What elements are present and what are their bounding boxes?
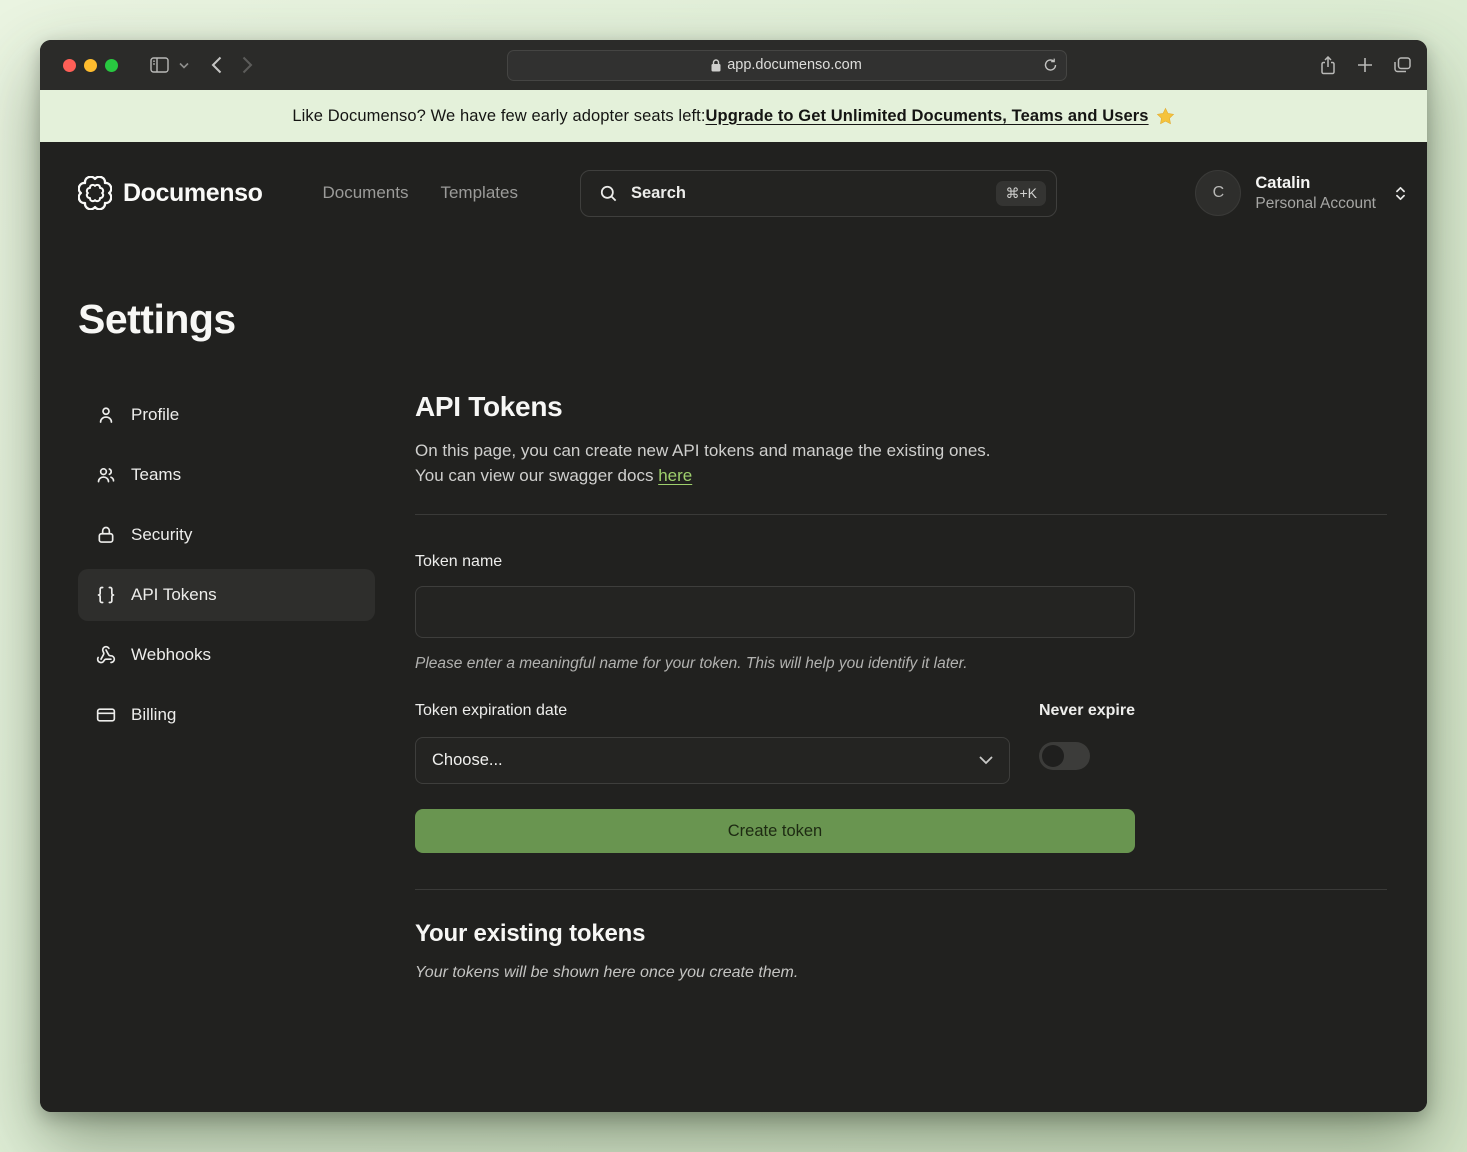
sidebar-item-webhooks[interactable]: Webhooks xyxy=(78,629,375,681)
browser-titlebar: app.documenso.com xyxy=(40,40,1427,90)
description-line2: You can view our swagger docs xyxy=(415,466,658,485)
back-button-icon[interactable] xyxy=(211,56,222,74)
expiration-select[interactable]: Choose... xyxy=(415,737,1010,784)
nav-templates[interactable]: Templates xyxy=(440,183,517,203)
token-name-label: Token name xyxy=(415,553,1135,571)
never-expire-toggle[interactable] xyxy=(1039,742,1090,770)
main-nav: Documents Templates xyxy=(322,183,517,203)
upgrade-banner: Like Documenso? We have few early adopte… xyxy=(40,90,1427,142)
sidebar-item-label: Security xyxy=(131,525,192,545)
section-title: API Tokens xyxy=(415,391,1387,423)
sidebar-item-teams[interactable]: Teams xyxy=(78,449,375,501)
credit-card-icon xyxy=(96,705,116,725)
sidebar-item-label: Teams xyxy=(131,465,181,485)
existing-tokens-empty-text: Your tokens will be shown here once you … xyxy=(415,964,1387,982)
app-content: Documenso Documents Templates ⌘+K C Cata… xyxy=(40,142,1427,1112)
avatar: C xyxy=(1195,170,1241,216)
brand-name: Documenso xyxy=(123,179,262,208)
token-name-help: Please enter a meaningful name for your … xyxy=(415,655,1135,673)
forward-button-icon[interactable] xyxy=(242,56,253,74)
search-input[interactable] xyxy=(631,184,996,203)
account-type: Personal Account xyxy=(1255,194,1376,213)
api-tokens-panel: API Tokens On this page, you can create … xyxy=(415,389,1387,982)
user-icon xyxy=(96,405,116,425)
lock-icon xyxy=(96,525,116,545)
token-name-input[interactable] xyxy=(415,586,1135,638)
brand[interactable]: Documenso xyxy=(78,176,262,210)
close-window-button[interactable] xyxy=(63,59,76,72)
swagger-docs-link[interactable]: here xyxy=(658,466,692,485)
create-token-button[interactable]: Create token xyxy=(415,809,1135,853)
webhook-icon xyxy=(96,645,116,665)
search-bar[interactable]: ⌘+K xyxy=(580,170,1057,217)
nav-documents[interactable]: Documents xyxy=(322,183,408,203)
sidebar-item-label: Webhooks xyxy=(131,645,211,665)
sidebar-toggle-icon[interactable] xyxy=(150,57,169,73)
upgrade-link[interactable]: Upgrade to Get Unlimited Documents, Team… xyxy=(706,107,1149,126)
new-tab-icon[interactable] xyxy=(1357,57,1373,73)
page-title: Settings xyxy=(78,296,1387,343)
chevron-down-icon xyxy=(979,756,993,765)
zoom-window-button[interactable] xyxy=(105,59,118,72)
sidebar-item-label: API Tokens xyxy=(131,585,217,605)
users-icon xyxy=(96,465,116,485)
section-description: On this page, you can create new API tok… xyxy=(415,438,1387,488)
existing-tokens-title: Your existing tokens xyxy=(415,920,1387,948)
braces-icon xyxy=(96,585,116,605)
star-icon xyxy=(1156,107,1175,126)
expiration-select-value: Choose... xyxy=(432,751,503,770)
account-switcher[interactable]: C Catalin Personal Account xyxy=(1195,170,1413,216)
sidebar-item-profile[interactable]: Profile xyxy=(78,389,375,441)
reload-icon[interactable] xyxy=(1044,58,1057,72)
settings-sidebar: Profile Teams Security xyxy=(78,389,375,741)
never-expire-label: Never expire xyxy=(1039,702,1135,720)
toggle-knob xyxy=(1042,745,1064,767)
url-text: app.documenso.com xyxy=(727,57,862,73)
search-icon xyxy=(599,184,618,203)
tab-group-chevron-icon[interactable] xyxy=(179,62,189,69)
share-icon[interactable] xyxy=(1320,56,1336,75)
banner-text: Like Documenso? We have few early adopte… xyxy=(292,107,705,126)
sidebar-item-billing[interactable]: Billing xyxy=(78,689,375,741)
sidebar-item-security[interactable]: Security xyxy=(78,509,375,561)
minimize-window-button[interactable] xyxy=(84,59,97,72)
description-line1: On this page, you can create new API tok… xyxy=(415,441,991,460)
chevrons-up-down-icon xyxy=(1392,184,1409,203)
window-controls xyxy=(63,59,118,72)
divider xyxy=(415,889,1387,890)
lock-icon xyxy=(711,59,721,72)
search-shortcut-badge: ⌘+K xyxy=(996,181,1046,206)
expiration-label: Token expiration date xyxy=(415,702,1010,720)
user-name: Catalin xyxy=(1255,173,1376,194)
sidebar-item-label: Billing xyxy=(131,705,176,725)
tab-overview-icon[interactable] xyxy=(1394,57,1411,73)
browser-window: app.documenso.com xyxy=(40,40,1427,1112)
sidebar-item-api-tokens[interactable]: API Tokens xyxy=(78,569,375,621)
divider xyxy=(415,514,1387,515)
documenso-logo-icon xyxy=(78,176,112,210)
address-bar[interactable]: app.documenso.com xyxy=(507,50,1067,81)
sidebar-item-label: Profile xyxy=(131,405,179,425)
app-header: Documenso Documents Templates ⌘+K C Cata… xyxy=(40,142,1427,244)
